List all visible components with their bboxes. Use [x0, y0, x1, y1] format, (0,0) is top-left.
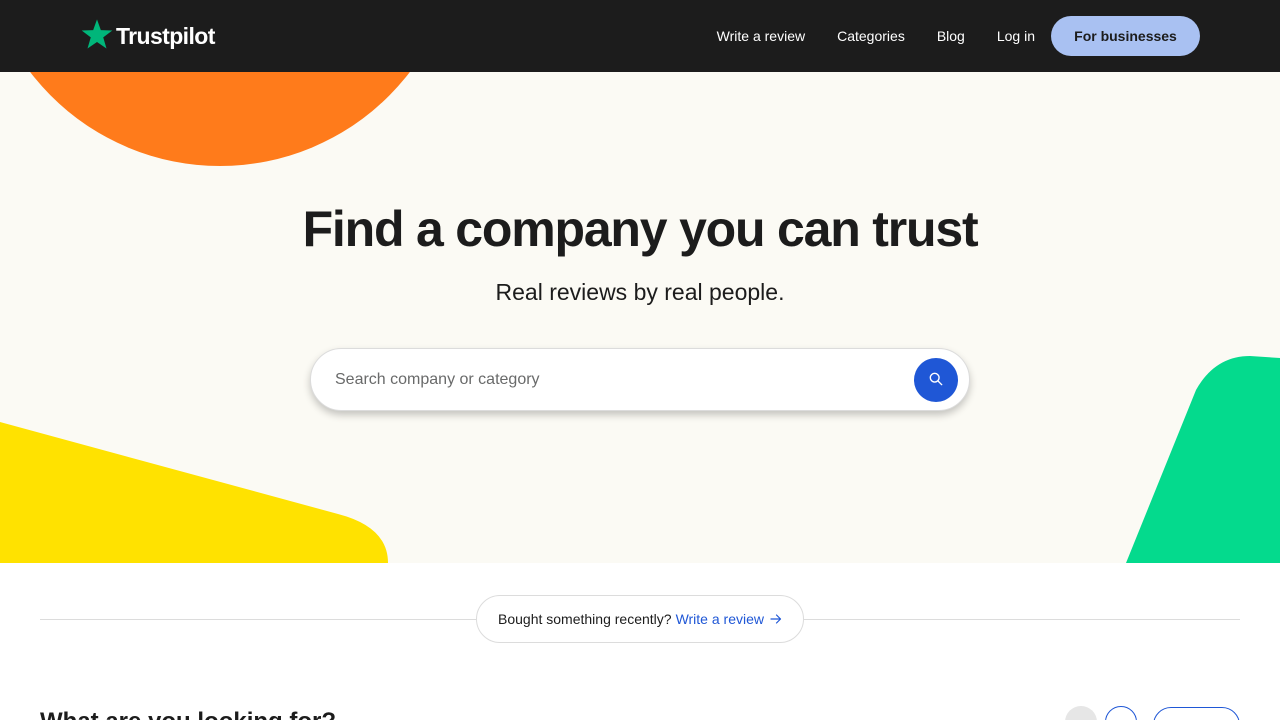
search-button[interactable]: [914, 358, 958, 402]
carousel-prev-button[interactable]: [1065, 706, 1097, 720]
main-nav: Write a review Categories Blog Log in Fo…: [717, 16, 1200, 56]
carousel-next-button[interactable]: [1105, 706, 1137, 720]
hero-subtitle: Real reviews by real people.: [495, 279, 785, 305]
trustpilot-logo[interactable]: Trustpilot: [80, 17, 215, 53]
write-review-link[interactable]: Write a review: [676, 611, 782, 627]
arrow-right-icon: [770, 614, 782, 624]
for-businesses-button[interactable]: For businesses: [1051, 16, 1200, 56]
see-more-button[interactable]: See more: [1153, 707, 1240, 720]
star-icon: [80, 18, 114, 52]
prompt-text: Bought something recently?: [498, 611, 672, 627]
nav-write-review[interactable]: Write a review: [717, 28, 805, 44]
nav-categories[interactable]: Categories: [837, 28, 905, 44]
nav-log-in[interactable]: Log in: [997, 28, 1035, 44]
write-review-prompt: Bought something recently? Write a revie…: [476, 595, 804, 643]
logo-wordmark: Trustpilot: [116, 23, 215, 49]
write-review-link-label: Write a review: [675, 611, 764, 627]
search-icon: [929, 372, 943, 389]
hero-title: Find a company you can trust: [302, 201, 979, 257]
site-header: Trustpilot Write a review Categories Blo…: [0, 0, 1280, 72]
decorative-green-shape: [1126, 356, 1280, 563]
search-input[interactable]: [335, 349, 895, 410]
search-bar: [310, 348, 970, 411]
section-title: What are you looking for?: [40, 708, 336, 720]
hero-section: Find a company you can trust Real review…: [0, 72, 1280, 563]
nav-blog[interactable]: Blog: [937, 28, 965, 44]
